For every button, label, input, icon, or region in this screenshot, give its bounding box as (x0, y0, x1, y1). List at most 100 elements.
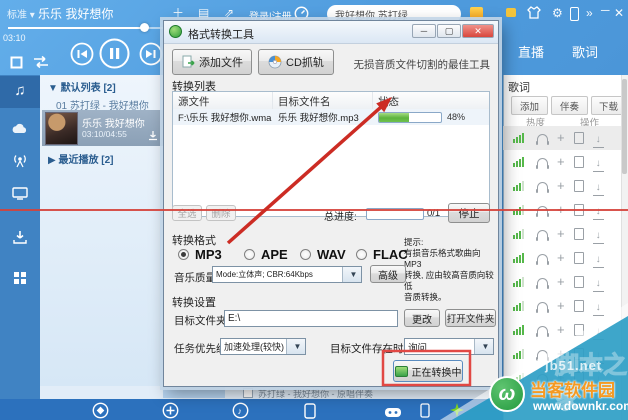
cd-rip-button[interactable]: CD抓轨 (258, 49, 334, 75)
square-icon[interactable] (573, 132, 584, 144)
download-icon[interactable] (592, 297, 604, 316)
download-icon[interactable] (592, 201, 604, 220)
header-source[interactable]: 源文件 (173, 92, 273, 109)
next-button[interactable] (139, 42, 163, 71)
add-icon[interactable] (557, 369, 565, 387)
header-target[interactable]: 目标文件名 (273, 92, 373, 109)
add-icon[interactable] (557, 321, 565, 339)
dialog-maximize-button[interactable]: ▢ (437, 24, 461, 38)
track-download-icon[interactable] (148, 128, 158, 146)
radio-wav[interactable]: WAV (300, 247, 346, 262)
layout-icon[interactable]: ▤ (198, 7, 209, 19)
download-icon[interactable] (592, 321, 604, 340)
lyrics-row[interactable] (503, 318, 621, 342)
listen-icon[interactable] (536, 133, 549, 145)
lyrics-row[interactable] (503, 366, 621, 390)
radio-ape[interactable]: APE (244, 247, 288, 262)
share-icon[interactable]: ⇗ (224, 7, 234, 19)
minimize-button[interactable]: ─ (601, 3, 610, 17)
target-folder-input[interactable] (224, 310, 398, 327)
advanced-button[interactable]: 高级 (370, 265, 406, 283)
playlist-group-default[interactable]: ▼ 默认列表 [2] (48, 79, 116, 94)
gift-icon[interactable] (470, 7, 483, 19)
square-icon[interactable] (573, 300, 584, 312)
change-button[interactable]: 更改 (404, 309, 440, 327)
listen-icon[interactable] (536, 325, 549, 337)
square-icon[interactable] (573, 324, 584, 336)
seek-handle[interactable] (140, 23, 149, 32)
quality-dropdown[interactable]: Mode:立体声; CBR:64Kbps ▼ (212, 266, 362, 283)
listen-icon[interactable] (536, 181, 549, 193)
table-row[interactable]: F:\乐乐 我好想你.wma 乐乐 我好想你.mp3 48% (173, 109, 489, 125)
phone-icon[interactable] (304, 403, 316, 420)
sidebar-apps-icon[interactable] (0, 271, 40, 290)
play-mode-icon[interactable] (32, 55, 50, 74)
listen-icon[interactable] (536, 301, 549, 313)
add-icon[interactable]: ＋ (172, 7, 184, 19)
add-icon[interactable] (557, 249, 565, 267)
dialog-minimize-button[interactable]: ─ (412, 24, 436, 38)
settings-gear-icon[interactable]: ⚙ (552, 6, 563, 20)
square-icon[interactable] (573, 372, 584, 384)
lyrics-row[interactable] (503, 198, 621, 222)
lyrics-row[interactable] (503, 174, 621, 198)
download-icon[interactable] (592, 345, 604, 364)
skin-icon[interactable] (527, 6, 541, 24)
listen-icon[interactable] (536, 229, 549, 241)
open-folder-button[interactable]: 打开文件夹 (445, 309, 496, 327)
listen-icon[interactable] (536, 373, 549, 385)
header-status[interactable]: 状态 (373, 92, 489, 109)
add-icon[interactable] (557, 225, 565, 243)
square-icon[interactable] (573, 204, 584, 216)
scrollbar-thumb[interactable] (622, 79, 627, 174)
download-icon[interactable] (592, 153, 604, 172)
radio-flac[interactable]: FLAC (356, 247, 408, 262)
accompaniment-button[interactable]: 伴奏 (551, 96, 588, 115)
sidebar-download-icon[interactable] (0, 230, 40, 250)
desktop-lyrics-icon[interactable] (92, 402, 109, 420)
listen-icon[interactable] (536, 157, 549, 169)
previous-button[interactable] (70, 42, 94, 71)
track-checkbox[interactable] (243, 388, 253, 398)
lyrics-row[interactable] (503, 126, 621, 150)
lyrics-row[interactable] (503, 246, 621, 270)
lyrics-row[interactable] (503, 294, 621, 318)
sidebar-mv-icon[interactable] (0, 186, 40, 205)
stop-icon[interactable] (10, 56, 23, 74)
square-icon[interactable] (573, 348, 584, 360)
add-icon[interactable] (557, 201, 565, 219)
lyrics-row[interactable] (503, 342, 621, 366)
dialog-close-button[interactable]: ✕ (462, 24, 494, 38)
priority-dropdown[interactable]: 加速处理(较快) ▼ (220, 338, 306, 355)
sidebar-cloud-icon[interactable] (0, 122, 40, 140)
sidebar-music-icon[interactable]: ♫ (0, 82, 40, 99)
search-input[interactable] (333, 7, 469, 21)
quality-selector[interactable]: 标准 ▾ (7, 6, 35, 21)
download-icon[interactable] (592, 369, 604, 388)
lyrics-add-button[interactable]: 添加 (511, 96, 548, 115)
expand-icon[interactable]: » (586, 6, 593, 20)
download-icon[interactable] (592, 225, 604, 244)
lyrics-row[interactable] (503, 150, 621, 174)
add-icon[interactable] (557, 297, 565, 315)
add-icon[interactable] (557, 129, 565, 147)
listen-icon[interactable] (536, 253, 549, 265)
square-icon[interactable] (573, 156, 584, 168)
game-icon[interactable] (384, 405, 402, 420)
mini-player-icon[interactable] (570, 7, 579, 21)
listen-icon[interactable] (536, 349, 549, 361)
mobile-app-icon[interactable] (420, 403, 430, 420)
select-all-button[interactable]: 全选 (172, 205, 202, 221)
lyrics-row[interactable] (503, 222, 621, 246)
plugin-star-icon[interactable] (450, 403, 464, 420)
add-icon[interactable] (557, 177, 565, 195)
square-icon[interactable] (573, 252, 584, 264)
tab-live[interactable]: 直播 (518, 42, 544, 61)
download-icon[interactable] (592, 273, 604, 292)
exists-dropdown[interactable]: 询问 ▼ (404, 338, 494, 355)
square-icon[interactable] (573, 276, 584, 288)
stop-button[interactable]: 停止 (448, 203, 490, 223)
square-icon[interactable] (573, 228, 584, 240)
add-music-icon[interactable] (162, 402, 179, 420)
tab-lyrics[interactable]: 歌词 (572, 42, 598, 61)
